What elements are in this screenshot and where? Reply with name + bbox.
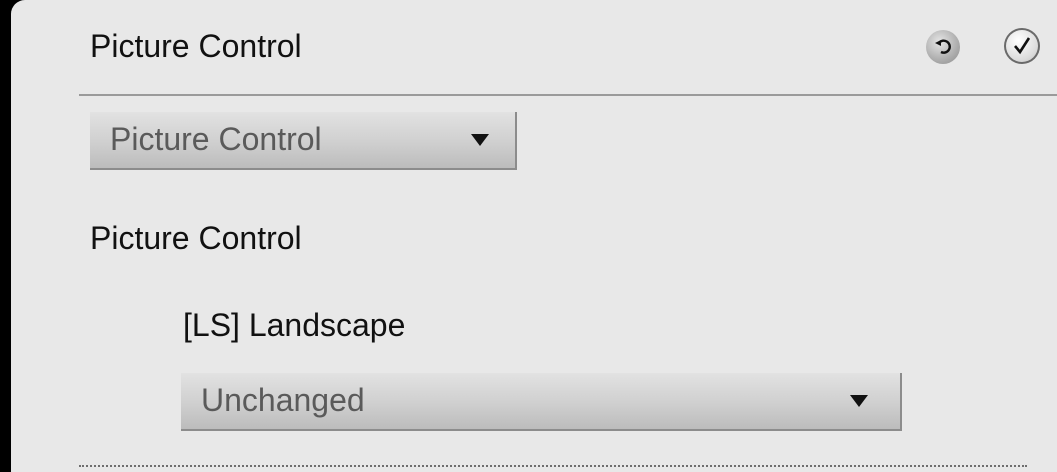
checkmark-icon xyxy=(1014,37,1031,55)
apply-button[interactable] xyxy=(1004,28,1040,64)
mode-dropdown-value: Picture Control xyxy=(110,121,322,157)
panel-title: Picture Control xyxy=(90,28,302,64)
landscape-setting-value: Unchanged xyxy=(201,382,365,418)
picture-control-item-label: [LS] Landscape xyxy=(183,307,406,343)
mode-dropdown[interactable]: Picture Control xyxy=(90,112,517,170)
landscape-setting-dropdown[interactable]: Unchanged xyxy=(181,373,902,431)
undo-arrow-icon xyxy=(935,39,951,54)
reset-button[interactable] xyxy=(926,30,960,64)
dropdown-arrow-icon xyxy=(850,395,868,407)
picture-control-panel: Picture Control Picture Control Picture … xyxy=(11,0,1057,472)
dropdown-arrow-icon xyxy=(471,134,489,146)
section-heading: Picture Control xyxy=(90,220,302,256)
section-divider xyxy=(79,465,1027,467)
header-divider xyxy=(79,94,1057,96)
